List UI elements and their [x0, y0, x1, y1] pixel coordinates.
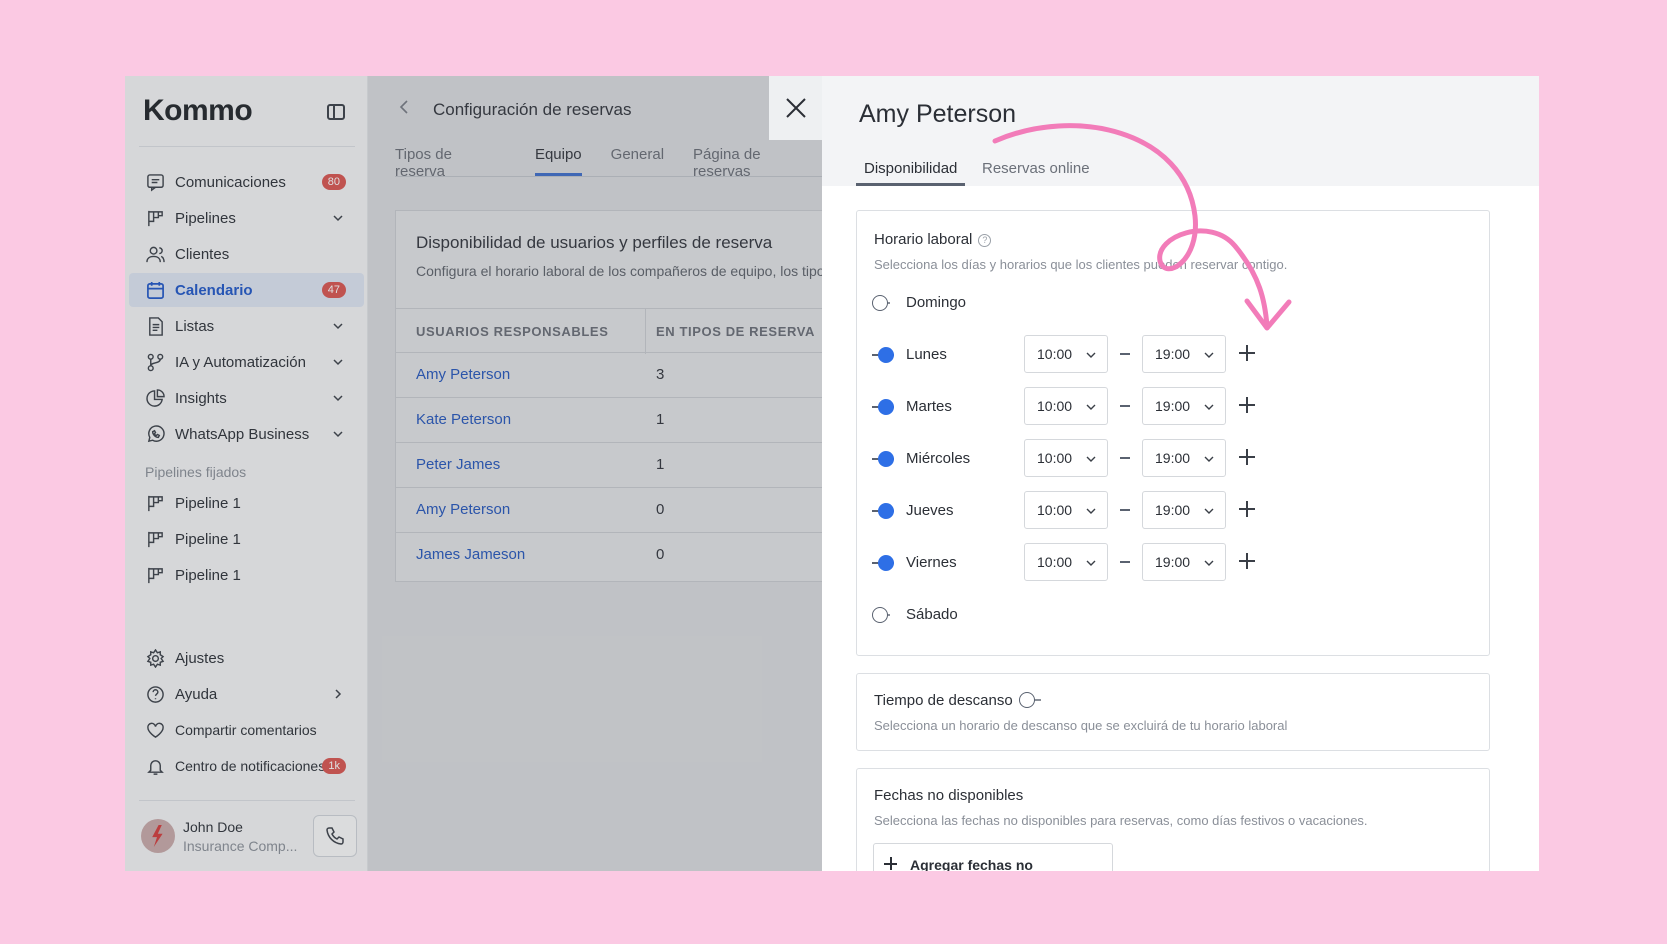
start-time-value: 10:00	[1037, 450, 1073, 466]
start-time-select[interactable]: 10:00	[1024, 439, 1108, 477]
day-row-domingo: Domingo	[872, 283, 1472, 323]
end-time-select[interactable]: 19:00	[1142, 439, 1226, 477]
range-dash	[1120, 405, 1130, 407]
break-time-section: Tiempo de descanso Selecciona un horario…	[856, 673, 1490, 751]
end-time-select[interactable]: 19:00	[1142, 543, 1226, 581]
section-title: Horario laboral?	[874, 231, 992, 248]
day-label: Domingo	[906, 294, 967, 311]
start-time-value: 10:00	[1037, 554, 1073, 570]
end-time-value: 19:00	[1155, 398, 1191, 414]
chevron-down-icon	[1086, 560, 1096, 566]
day-toggle[interactable]	[872, 503, 894, 519]
close-button[interactable]	[769, 76, 822, 140]
break-toggle[interactable]	[1019, 692, 1045, 708]
start-time-select[interactable]: 10:00	[1024, 335, 1108, 373]
day-label: Martes	[906, 398, 952, 415]
day-label: Miércoles	[906, 450, 971, 467]
chevron-down-icon	[1086, 456, 1096, 462]
tab-reservas-online[interactable]: Reservas online	[982, 160, 1090, 177]
section-title: Tiempo de descanso	[874, 692, 1013, 709]
sidebar-backdrop	[125, 76, 368, 871]
add-interval-icon[interactable]	[1239, 449, 1255, 465]
start-time-select[interactable]: 10:00	[1024, 387, 1108, 425]
end-time-value: 19:00	[1155, 450, 1191, 466]
panel-title: Amy Peterson	[859, 100, 1017, 128]
add-interval-icon[interactable]	[1239, 501, 1255, 517]
day-toggle[interactable]	[872, 607, 894, 623]
tab-disponibilidad[interactable]: Disponibilidad	[856, 160, 966, 186]
section-subtitle: Selecciona las fechas no disponibles par…	[874, 813, 1368, 828]
day-toggle[interactable]	[872, 347, 894, 363]
add-unavailable-dates-button[interactable]: Agregar fechas no disponibles	[873, 843, 1113, 871]
range-dash	[1120, 561, 1130, 563]
add-interval-icon[interactable]	[1239, 553, 1255, 569]
day-toggle[interactable]	[872, 399, 894, 415]
end-time-value: 19:00	[1155, 554, 1191, 570]
day-row-miercoles: Miércoles 10:00 19:00	[872, 439, 1472, 479]
panel-header: Amy Peterson Disponibilidad Reservas onl…	[822, 76, 1539, 186]
chevron-down-icon	[1204, 404, 1214, 410]
end-time-select[interactable]: 19:00	[1142, 491, 1226, 529]
unavailable-dates-section: Fechas no disponibles Selecciona las fec…	[856, 768, 1490, 871]
day-row-lunes: Lunes 10:00 19:00	[872, 335, 1472, 375]
help-icon[interactable]: ?	[978, 234, 992, 247]
chevron-down-icon	[1204, 560, 1214, 566]
start-time-value: 10:00	[1037, 502, 1073, 518]
app-window: Kommo Comunicaciones 80 Pipelines Client…	[125, 76, 1539, 871]
chevron-down-icon	[1086, 352, 1096, 358]
end-time-select[interactable]: 19:00	[1142, 387, 1226, 425]
day-label: Viernes	[906, 554, 957, 571]
day-label: Sábado	[906, 606, 958, 623]
add-interval-icon[interactable]	[1239, 397, 1255, 413]
section-title: Fechas no disponibles	[874, 787, 1024, 804]
day-label: Jueves	[906, 502, 954, 519]
range-dash	[1120, 509, 1130, 511]
day-label: Lunes	[906, 346, 947, 363]
chevron-down-icon	[1204, 508, 1214, 514]
chevron-down-icon	[1086, 404, 1096, 410]
range-dash	[1120, 353, 1130, 355]
modal-backdrop[interactable]	[368, 76, 822, 871]
end-time-select[interactable]: 19:00	[1142, 335, 1226, 373]
chevron-down-icon	[1204, 352, 1214, 358]
end-time-value: 19:00	[1155, 502, 1191, 518]
end-time-value: 19:00	[1155, 346, 1191, 362]
day-row-jueves: Jueves 10:00 19:00	[872, 491, 1472, 531]
section-title-text: Horario laboral	[874, 231, 973, 248]
start-time-value: 10:00	[1037, 398, 1073, 414]
day-toggle[interactable]	[872, 295, 894, 311]
start-time-select[interactable]: 10:00	[1024, 543, 1108, 581]
user-availability-panel: Amy Peterson Disponibilidad Reservas onl…	[822, 76, 1539, 871]
add-interval-icon[interactable]	[1239, 345, 1255, 361]
section-subtitle: Selecciona un horario de descanso que se…	[874, 718, 1288, 733]
close-icon	[785, 98, 806, 118]
work-hours-section: Horario laboral? Selecciona los días y h…	[856, 210, 1490, 656]
day-toggle[interactable]	[872, 451, 894, 467]
day-row-viernes: Viernes 10:00 19:00	[872, 543, 1472, 583]
day-row-sabado: Sábado	[872, 595, 1472, 635]
start-time-select[interactable]: 10:00	[1024, 491, 1108, 529]
day-toggle[interactable]	[872, 555, 894, 571]
chevron-down-icon	[1086, 508, 1096, 514]
range-dash	[1120, 457, 1130, 459]
start-time-value: 10:00	[1037, 346, 1073, 362]
section-subtitle: Selecciona los días y horarios que los c…	[874, 257, 1288, 272]
chevron-down-icon	[1204, 456, 1214, 462]
day-row-martes: Martes 10:00 19:00	[872, 387, 1472, 427]
